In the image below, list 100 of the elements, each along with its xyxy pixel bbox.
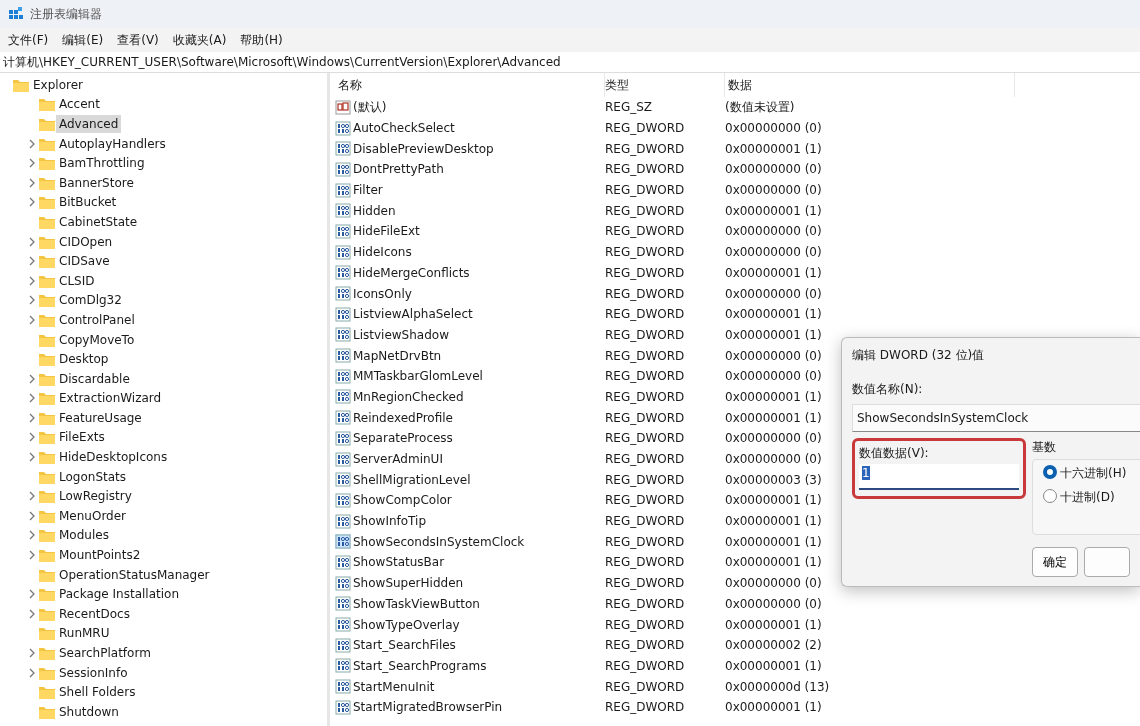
table-cell: 0x00000000 (0)	[725, 576, 822, 591]
group-label: 基数	[1032, 439, 1057, 456]
table-cell: REG_DWORD	[605, 245, 685, 260]
folder-icon	[38, 449, 56, 466]
table-cell-text: DisablePreviewDesktop	[353, 140, 494, 158]
table-cell: 0x00000001 (1)	[725, 141, 822, 156]
tree-item[interactable]: CIDOpen	[56, 232, 116, 251]
table-cell-text: ShowTypeOverlay	[353, 616, 460, 634]
tree-item[interactable]: Discardable	[56, 369, 133, 388]
table-cell-text: ShellMigrationLevel	[353, 471, 471, 489]
tree-item[interactable]: Desktop	[56, 350, 112, 369]
folder-icon	[38, 625, 56, 642]
tree-item[interactable]: ComDlg32	[56, 291, 125, 310]
folder-icon	[38, 390, 56, 407]
tree-item[interactable]: Shutdown	[56, 702, 122, 721]
table-cell: 0x00000000 (0)	[725, 162, 822, 177]
tree-item[interactable]: RunMRU	[56, 624, 113, 643]
name-field[interactable]: ShowSecondsInSystemClock	[852, 404, 1140, 432]
table-cell-text: Hidden	[353, 202, 396, 220]
tree-item[interactable]: Package Installation	[56, 585, 183, 604]
folder-icon	[38, 586, 56, 603]
table-cell: REG_DWORD	[605, 534, 685, 549]
menu-item[interactable]: 文件(F)	[8, 31, 49, 49]
tree-item[interactable]: Modules	[56, 526, 112, 545]
tree-item[interactable]: RecentDocs	[56, 604, 133, 623]
table-cell: 0x00000001 (1)	[725, 265, 822, 280]
folder-icon	[38, 194, 56, 211]
tree-item[interactable]: AutoplayHandlers	[56, 134, 169, 153]
table-cell: 0x00000000 (0)	[725, 183, 822, 198]
table-cell: REG_DWORD	[605, 183, 685, 198]
radio-label[interactable]: 十六进制(H)	[1060, 466, 1127, 480]
table-cell: 0x00000000 (0)	[725, 452, 822, 467]
tree-item[interactable]: BamThrottling	[56, 154, 148, 173]
folder-icon	[38, 96, 56, 113]
folder-icon	[38, 429, 56, 446]
table-cell: 0x00000001 (1)	[725, 410, 822, 425]
table-cell-text: ShowStatusBar	[353, 554, 445, 572]
table-cell: REG_DWORD	[605, 452, 685, 467]
table-cell: 0x0000000d (13)	[725, 679, 830, 694]
table-cell-text: MnRegionChecked	[353, 388, 464, 406]
table-cell: 0x00000000 (0)	[725, 245, 822, 260]
tree-item[interactable]: CabinetState	[56, 212, 141, 231]
table-cell: REG_DWORD	[605, 162, 685, 177]
tree-item[interactable]: MenuOrder	[56, 506, 130, 525]
table-cell: REG_DWORD	[605, 410, 685, 425]
address-bar[interactable]: 计算机\HKEY_CURRENT_USER\Software\Microsoft\Windows\CurrentVersion\Explorer\Advanced	[3, 55, 561, 69]
table-cell-text: HideIcons	[353, 244, 412, 262]
tree-item[interactable]: CLSID	[56, 271, 98, 290]
table-cell-text: MMTaskbarGlomLevel	[353, 368, 483, 386]
tree-item[interactable]: Accent	[56, 95, 103, 114]
table-cell: 0x00000000 (0)	[725, 348, 822, 363]
table-cell: REG_DWORD	[605, 638, 685, 653]
tree-item[interactable]: LowRegistry	[56, 487, 135, 506]
menu-item[interactable]: 收藏夹(A)	[172, 31, 227, 49]
table-cell: 0x00000001 (1)	[725, 389, 822, 404]
tree-item[interactable]: LogonStats	[56, 467, 129, 486]
tree-item[interactable]: MountPoints2	[56, 546, 144, 565]
table-cell: REG_DWORD	[605, 700, 685, 715]
value-field[interactable]: 1	[859, 464, 1019, 490]
table-cell: REG_DWORD	[605, 369, 685, 384]
tree-item[interactable]: Explorer	[30, 75, 86, 94]
table-cell-text: ServerAdminUI	[353, 451, 443, 469]
table-cell: REG_DWORD	[605, 265, 685, 280]
column-header[interactable]: 类型	[605, 73, 725, 97]
tree-item[interactable]: FeatureUsage	[56, 408, 145, 427]
tree-item[interactable]: ExtractionWizard	[56, 389, 165, 408]
tree-item[interactable]: HideDesktopIcons	[56, 448, 171, 467]
radio-button[interactable]	[1043, 465, 1057, 479]
radio-button[interactable]	[1043, 489, 1057, 503]
tree-item[interactable]: BitBucket	[56, 193, 120, 212]
tree-item[interactable]: Shell Folders	[56, 683, 139, 702]
tree-item[interactable]: SearchPlatform	[56, 644, 154, 662]
folder-icon	[38, 116, 56, 132]
table-cell: (数值未设置)	[725, 100, 795, 115]
table-cell: REG_DWORD	[605, 348, 685, 363]
folder-icon	[38, 488, 56, 505]
tree-item[interactable]: BannerStore	[56, 173, 137, 192]
table-cell-text: Start_SearchFiles	[353, 637, 456, 655]
tree-item[interactable]: ControlPanel	[56, 310, 138, 329]
menu-item[interactable]: 查看(V)	[117, 31, 159, 49]
table-cell: REG_DWORD	[605, 679, 685, 694]
column-header[interactable]: 数据	[725, 73, 1015, 97]
tree-item[interactable]: SessionInfo	[56, 663, 131, 682]
tree-item[interactable]: CIDSave	[56, 252, 113, 271]
table-cell: 0x00000001 (1)	[725, 700, 822, 715]
tree-item[interactable]: FileExts	[56, 428, 108, 447]
column-header[interactable]: 名称	[335, 73, 605, 97]
menu-item[interactable]: 帮助(H)	[240, 31, 283, 49]
menu-item[interactable]: 编辑(E)	[62, 31, 104, 49]
table-cell: 0x00000000 (0)	[725, 369, 822, 384]
radio-label[interactable]: 十进制(D)	[1060, 490, 1115, 504]
dialog-button[interactable]: 确定	[1032, 547, 1078, 577]
field-label: 数值数据(V):	[859, 445, 930, 462]
folder-icon	[38, 527, 56, 544]
dialog-button[interactable]	[1084, 547, 1130, 577]
tree-item[interactable]: Advanced	[56, 115, 122, 133]
tree-item[interactable]: OperationStatusManager	[56, 565, 213, 584]
table-cell-text: HideMergeConflicts	[353, 264, 470, 282]
window-title: 注册表编辑器	[30, 6, 102, 23]
tree-item[interactable]: CopyMoveTo	[56, 330, 138, 349]
